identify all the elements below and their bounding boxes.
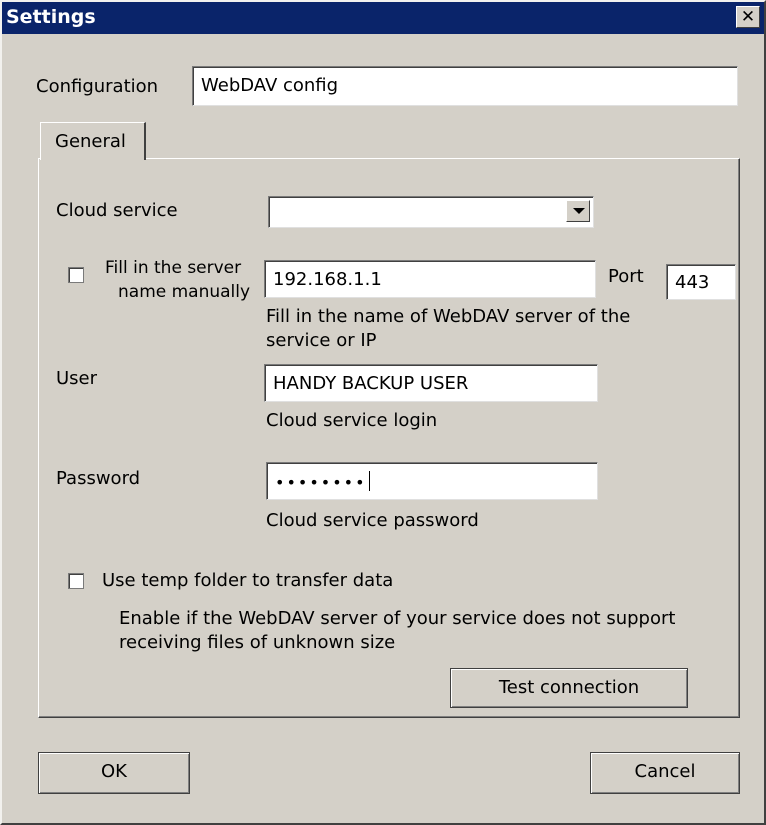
temp-folder-checkbox[interactable] xyxy=(68,573,84,589)
user-label: User xyxy=(56,368,98,389)
ok-button[interactable]: OK xyxy=(38,752,190,794)
text-caret xyxy=(368,471,370,491)
cancel-button[interactable]: Cancel xyxy=(590,752,740,794)
port-label: Port xyxy=(608,266,644,287)
password-masked-value: •••••••• xyxy=(275,473,367,492)
user-hint: Cloud service login xyxy=(266,410,438,431)
title-bar[interactable]: Settings ✕ xyxy=(2,2,764,34)
chevron-down-icon[interactable] xyxy=(566,200,590,222)
test-connection-button[interactable]: Test connection xyxy=(450,668,688,708)
temp-folder-desc-line2: receiving files of unknown size xyxy=(119,632,396,653)
configuration-input[interactable]: WebDAV config xyxy=(192,66,738,106)
user-input[interactable]: HANDY BACKUP USER xyxy=(264,364,598,402)
password-hint: Cloud service password xyxy=(266,510,479,531)
server-manual-label-line1: Fill in the server xyxy=(105,258,242,278)
port-input[interactable]: 443 xyxy=(666,264,736,300)
temp-folder-desc-line1: Enable if the WebDAV server of your serv… xyxy=(119,608,676,629)
tab-general-label: General xyxy=(55,131,126,152)
server-address-input[interactable]: 192.168.1.1 xyxy=(264,260,596,298)
server-hint-line2: service or IP xyxy=(266,330,377,351)
dialog-title: Settings xyxy=(6,6,96,28)
server-hint-line1: Fill in the name of WebDAV server of the xyxy=(266,306,631,327)
tab-general[interactable]: General xyxy=(40,122,146,160)
server-manual-checkbox[interactable] xyxy=(68,267,84,283)
cloud-service-label: Cloud service xyxy=(56,200,178,221)
configuration-label: Configuration xyxy=(36,76,159,97)
temp-folder-label: Use temp folder to transfer data xyxy=(102,570,394,591)
password-input[interactable]: •••••••• xyxy=(266,462,598,500)
server-manual-label-line2: name manually xyxy=(118,282,251,302)
password-label: Password xyxy=(56,468,141,489)
close-icon[interactable]: ✕ xyxy=(736,6,760,28)
cloud-service-dropdown-button[interactable] xyxy=(564,198,592,226)
cloud-service-dropdown[interactable] xyxy=(268,196,594,228)
settings-dialog: Settings ✕ Configuration WebDAV config G… xyxy=(0,0,766,825)
